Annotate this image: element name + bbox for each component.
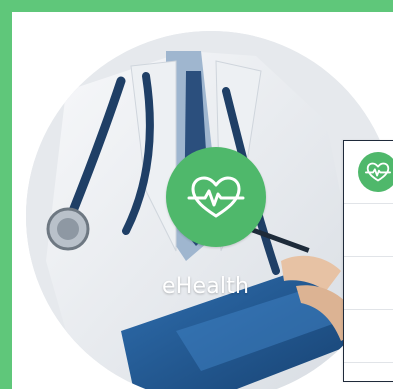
splash-frame: eHealth bbox=[12, 12, 393, 389]
side-panel bbox=[343, 140, 393, 382]
app-logo bbox=[166, 147, 266, 247]
side-panel-row[interactable] bbox=[344, 257, 393, 310]
app-name: eHealth bbox=[162, 274, 250, 299]
heart-pulse-icon bbox=[365, 162, 391, 182]
side-panel-row[interactable] bbox=[344, 310, 393, 363]
side-panel-header bbox=[344, 141, 393, 204]
heart-pulse-icon bbox=[187, 176, 245, 218]
side-panel-row[interactable] bbox=[344, 204, 393, 257]
side-panel-logo bbox=[358, 152, 393, 192]
